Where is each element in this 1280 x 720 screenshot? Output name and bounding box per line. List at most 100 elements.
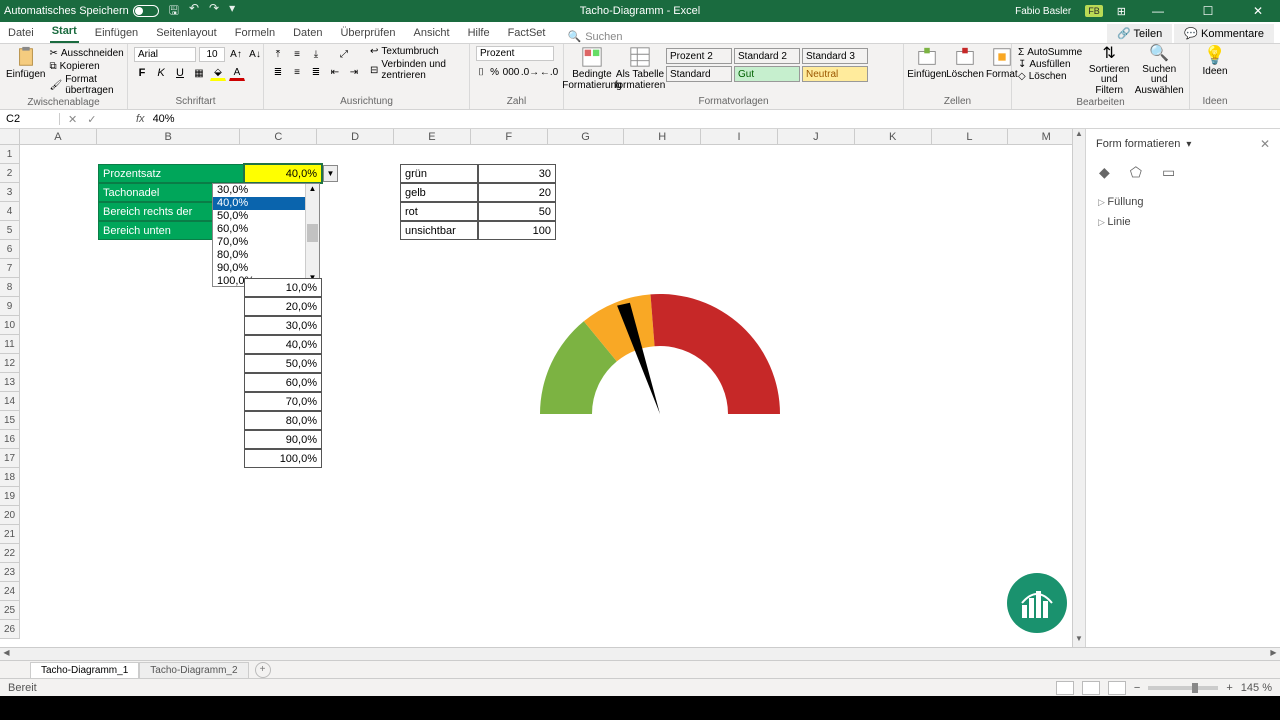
pane-close-icon[interactable]: ✕: [1260, 137, 1270, 151]
pane-line-section[interactable]: Linie: [1086, 212, 1280, 232]
tab-factset[interactable]: FactSet: [506, 23, 548, 43]
name-box[interactable]: C2: [0, 113, 60, 125]
fill-color-icon[interactable]: ⬙: [210, 65, 226, 81]
worksheet[interactable]: ABCDEFGHIJKLM 12345678910111213141516171…: [0, 129, 1085, 647]
clear-button[interactable]: ◇Löschen: [1018, 71, 1082, 82]
user-name[interactable]: Fabio Basler: [1015, 6, 1071, 17]
cut-button[interactable]: ✂Ausschneiden: [49, 48, 123, 59]
tab-hilfe[interactable]: Hilfe: [466, 23, 492, 43]
zoom-out-icon[interactable]: −: [1134, 682, 1140, 694]
wrap-text-button[interactable]: ↩Textumbruch: [370, 46, 463, 57]
style-standard[interactable]: Standard: [666, 66, 732, 82]
style-gut[interactable]: Gut: [734, 66, 800, 82]
style-standard2[interactable]: Standard 2: [734, 48, 800, 64]
sort-filter-button[interactable]: ⇅Sortieren und Filtern: [1086, 46, 1132, 96]
cell-C12[interactable]: 50,0%: [244, 354, 322, 373]
cell-C15[interactable]: 80,0%: [244, 411, 322, 430]
cell-C10[interactable]: 30,0%: [244, 316, 322, 335]
sheet-tab-1[interactable]: Tacho-Diagramm_1: [30, 662, 139, 678]
percent-icon[interactable]: %: [489, 64, 500, 80]
font-color-icon[interactable]: A: [229, 65, 245, 81]
fill-line-tab-icon[interactable]: ◆: [1096, 161, 1113, 184]
tab-einfuegen[interactable]: Einfügen: [93, 23, 140, 43]
zoom-slider[interactable]: [1148, 686, 1218, 690]
cell-E5[interactable]: unsichtbar: [400, 221, 478, 240]
maximize-button[interactable]: ☐: [1190, 0, 1226, 22]
sheet-tab-2[interactable]: Tacho-Diagramm_2: [139, 662, 248, 678]
select-all-corner[interactable]: [0, 129, 20, 145]
indent-inc-icon[interactable]: ⇥: [346, 64, 362, 80]
thousand-icon[interactable]: 000: [503, 64, 519, 80]
bold-icon[interactable]: F: [134, 65, 150, 81]
grow-font-icon[interactable]: A↑: [228, 46, 244, 62]
fx-icon[interactable]: fx: [132, 113, 149, 125]
cell-E2[interactable]: grün: [400, 164, 478, 183]
orientation-icon[interactable]: ⤢: [336, 46, 352, 62]
cell-E4[interactable]: rot: [400, 202, 478, 221]
cell-C13[interactable]: 60,0%: [244, 373, 322, 392]
style-neutral[interactable]: Neutral: [802, 66, 868, 82]
tab-daten[interactable]: Daten: [291, 23, 324, 43]
tab-ueberpruefen[interactable]: Überprüfen: [338, 23, 397, 43]
cell-E3[interactable]: gelb: [400, 183, 478, 202]
autosave-toggle[interactable]: Automatisches Speichern: [4, 5, 159, 17]
font-size-combo[interactable]: 10: [199, 47, 225, 62]
cell-F5[interactable]: 100: [478, 221, 556, 240]
align-right-icon[interactable]: ≣: [308, 64, 324, 80]
inc-decimal-icon[interactable]: .0→: [522, 64, 538, 80]
delete-cells-button[interactable]: Löschen: [948, 46, 982, 81]
normal-view-icon[interactable]: [1056, 681, 1074, 695]
cell-C14[interactable]: 70,0%: [244, 392, 322, 411]
cell-C8[interactable]: 10,0%: [244, 278, 322, 297]
number-format-combo[interactable]: Prozent: [476, 46, 554, 61]
fill-button[interactable]: ↧Ausfüllen: [1018, 59, 1082, 70]
dropdown-option[interactable]: 90,0%: [213, 262, 319, 275]
effects-tab-icon[interactable]: ⬠: [1127, 161, 1145, 184]
tab-datei[interactable]: Datei: [6, 23, 36, 43]
shrink-font-icon[interactable]: A↓: [247, 46, 263, 62]
zoom-level[interactable]: 145 %: [1241, 682, 1272, 694]
border-icon[interactable]: ▦: [191, 65, 207, 81]
dropdown-option[interactable]: 30,0%: [213, 184, 319, 197]
paste-button[interactable]: Einfügen: [6, 46, 45, 81]
font-name-combo[interactable]: Arial: [134, 47, 196, 62]
find-select-button[interactable]: 🔍Suchen und Auswählen: [1136, 46, 1182, 96]
cell-C16[interactable]: 90,0%: [244, 430, 322, 449]
dropdown-option[interactable]: 60,0%: [213, 223, 319, 236]
autosum-button[interactable]: ΣAutoSumme: [1018, 47, 1082, 58]
pane-options-icon[interactable]: ▾: [1186, 139, 1191, 150]
copy-button[interactable]: ⧉Kopieren: [49, 61, 123, 72]
format-as-table-button[interactable]: Als Tabelle formatieren: [618, 46, 662, 91]
conditional-formatting-button[interactable]: Bedingte Formatierung: [570, 46, 614, 91]
cell-F2[interactable]: 30: [478, 164, 556, 183]
cell-C11[interactable]: 40,0%: [244, 335, 322, 354]
page-break-view-icon[interactable]: [1108, 681, 1126, 695]
insert-cells-button[interactable]: Einfügen: [910, 46, 944, 81]
align-center-icon[interactable]: ≡: [289, 64, 305, 80]
align-top-icon[interactable]: ⤒: [270, 46, 286, 62]
comments-button[interactable]: 💬 Kommentare: [1174, 24, 1274, 43]
currency-icon[interactable]: ⌷: [476, 64, 486, 80]
new-sheet-button[interactable]: +: [255, 662, 271, 678]
qat-customize-icon[interactable]: ▾: [229, 1, 235, 22]
dec-decimal-icon[interactable]: ←.0: [541, 64, 557, 80]
dropdown-button[interactable]: ▼: [323, 165, 338, 182]
tab-ansicht[interactable]: Ansicht: [411, 23, 451, 43]
dropdown-list[interactable]: 30,0%40,0%50,0%60,0%70,0%80,0%90,0%100,0…: [212, 183, 320, 287]
user-badge[interactable]: FB: [1085, 5, 1103, 17]
horizontal-scrollbar[interactable]: ◀▶: [0, 647, 1280, 660]
tab-seitenlayout[interactable]: Seitenlayout: [154, 23, 219, 43]
merge-center-button[interactable]: ⊟Verbinden und zentrieren: [370, 59, 463, 81]
column-headers[interactable]: ABCDEFGHIJKLM: [20, 129, 1085, 145]
style-prozent2[interactable]: Prozent 2: [666, 48, 732, 64]
formula-input[interactable]: [149, 113, 1280, 125]
row-headers[interactable]: 1234567891011121314151617181920212223242…: [0, 145, 20, 639]
size-tab-icon[interactable]: ▭: [1159, 161, 1178, 184]
cell-F4[interactable]: 50: [478, 202, 556, 221]
minimize-button[interactable]: —: [1140, 0, 1176, 22]
ideas-button[interactable]: 💡Ideen: [1196, 46, 1234, 77]
ribbon-options-icon[interactable]: ⊞: [1117, 5, 1126, 18]
tab-formeln[interactable]: Formeln: [233, 23, 277, 43]
cell-F3[interactable]: 20: [478, 183, 556, 202]
cell-C17[interactable]: 100,0%: [244, 449, 322, 468]
